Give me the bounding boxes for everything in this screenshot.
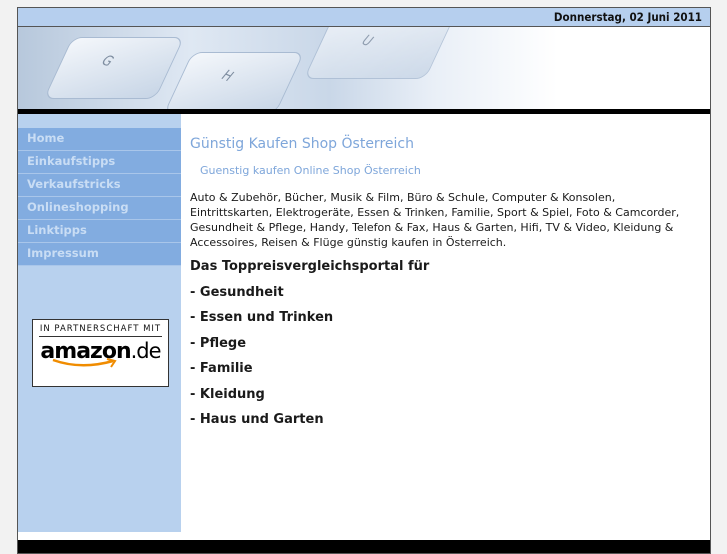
list-item: - Essen und Trinken: [190, 310, 334, 325]
key-label: U: [357, 32, 377, 51]
nav-menu: Home Einkaufstipps Verkaufstricks Online…: [18, 128, 181, 266]
list-item: - Pflege: [190, 335, 247, 351]
keyboard-banner: G H U: [18, 27, 710, 109]
list-item: - Gesundheit: [190, 284, 284, 300]
nav-item-linktipps[interactable]: Linktipps: [18, 220, 181, 243]
nav-item-onlineshopping[interactable]: Onlineshopping: [18, 197, 181, 220]
date-bar: Donnerstag, 02 Juni 2011: [18, 8, 710, 27]
sidebar: Home Einkaufstipps Verkaufstricks Online…: [18, 114, 181, 532]
nav-item-einkaufstipps[interactable]: Einkaufstipps: [18, 151, 181, 174]
keyboard-key: G: [43, 37, 185, 99]
footer-bar: [18, 540, 710, 553]
nav-item-impressum[interactable]: Impressum: [18, 243, 181, 266]
page-subtitle: Guenstig kaufen Online Shop Österreich: [200, 164, 421, 177]
page-frame: Donnerstag, 02 Juni 2011 G H U Home Eink…: [17, 7, 711, 554]
list-item: - Haus und Garten: [190, 412, 324, 427]
key-label: H: [217, 67, 237, 86]
page-title: Günstig Kaufen Shop Österreich: [190, 136, 414, 152]
list-item: - Familie: [190, 361, 253, 376]
amazon-tld: .de: [130, 339, 162, 363]
main-content: Günstig Kaufen Shop Österreich Guenstig …: [190, 136, 700, 437]
portal-heading: Das Toppreisvergleichsportal für: [190, 259, 430, 274]
keyboard-key: U: [303, 27, 455, 79]
amazon-partner-banner[interactable]: IN PARTNERSCHAFT MIT amazon.de: [32, 319, 169, 387]
list-item: - Kleidung: [190, 386, 265, 402]
category-paragraph: Auto & Zubehör, Bücher, Musik & Film, Bü…: [190, 191, 680, 249]
nav-item-verkaufstricks[interactable]: Verkaufstricks: [18, 174, 181, 197]
keyboard-key: H: [163, 52, 305, 109]
partner-label: IN PARTNERSCHAFT MIT: [39, 324, 162, 337]
key-label: G: [97, 52, 117, 71]
nav-item-home[interactable]: Home: [18, 128, 181, 151]
